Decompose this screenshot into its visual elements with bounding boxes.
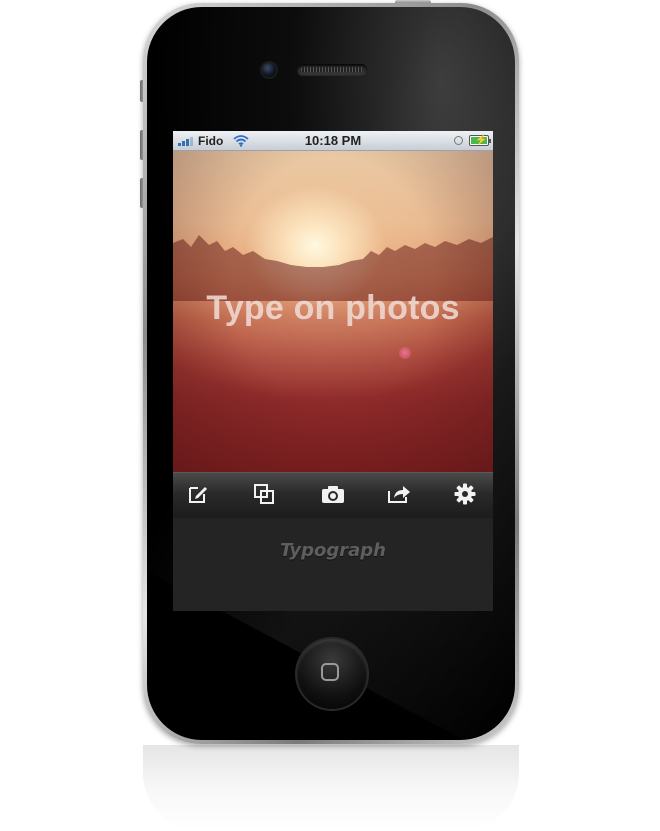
status-time: 10:18 PM	[304, 133, 362, 148]
front-camera	[262, 63, 276, 77]
orientation-lock-icon	[454, 136, 463, 145]
bottom-toolbar	[173, 472, 493, 518]
app-brand-name: Typograph	[280, 540, 386, 561]
gear-icon	[454, 483, 476, 505]
camera-button[interactable]	[318, 482, 348, 508]
app-screen: Fido 10:18 PM ⚡ Type on photos Typograph	[173, 131, 493, 611]
share-button[interactable]	[384, 482, 414, 508]
battery-icon: ⚡	[469, 135, 491, 146]
home-button[interactable]	[297, 639, 367, 709]
device-reflection	[143, 745, 519, 831]
photo-canvas[interactable]: Type on photos	[173, 151, 493, 472]
charging-bolt-icon: ⚡	[475, 135, 488, 146]
edit-text-button[interactable]	[183, 482, 213, 508]
edit-icon	[189, 487, 207, 503]
share-icon	[388, 486, 410, 503]
brand-area: Typograph	[173, 518, 493, 611]
camera-icon	[322, 486, 344, 503]
lens-flare	[399, 347, 411, 359]
photo-caption[interactable]: Type on photos	[173, 288, 493, 328]
layers-icon	[254, 484, 274, 504]
device-mockup: Fido 10:18 PM ⚡ Type on photos Typograph	[0, 0, 660, 831]
layers-button[interactable]	[249, 482, 279, 508]
home-square-icon	[321, 663, 339, 681]
settings-button[interactable]	[450, 482, 480, 508]
earpiece-speaker	[297, 64, 367, 75]
status-bar: Fido 10:18 PM ⚡	[173, 131, 493, 151]
